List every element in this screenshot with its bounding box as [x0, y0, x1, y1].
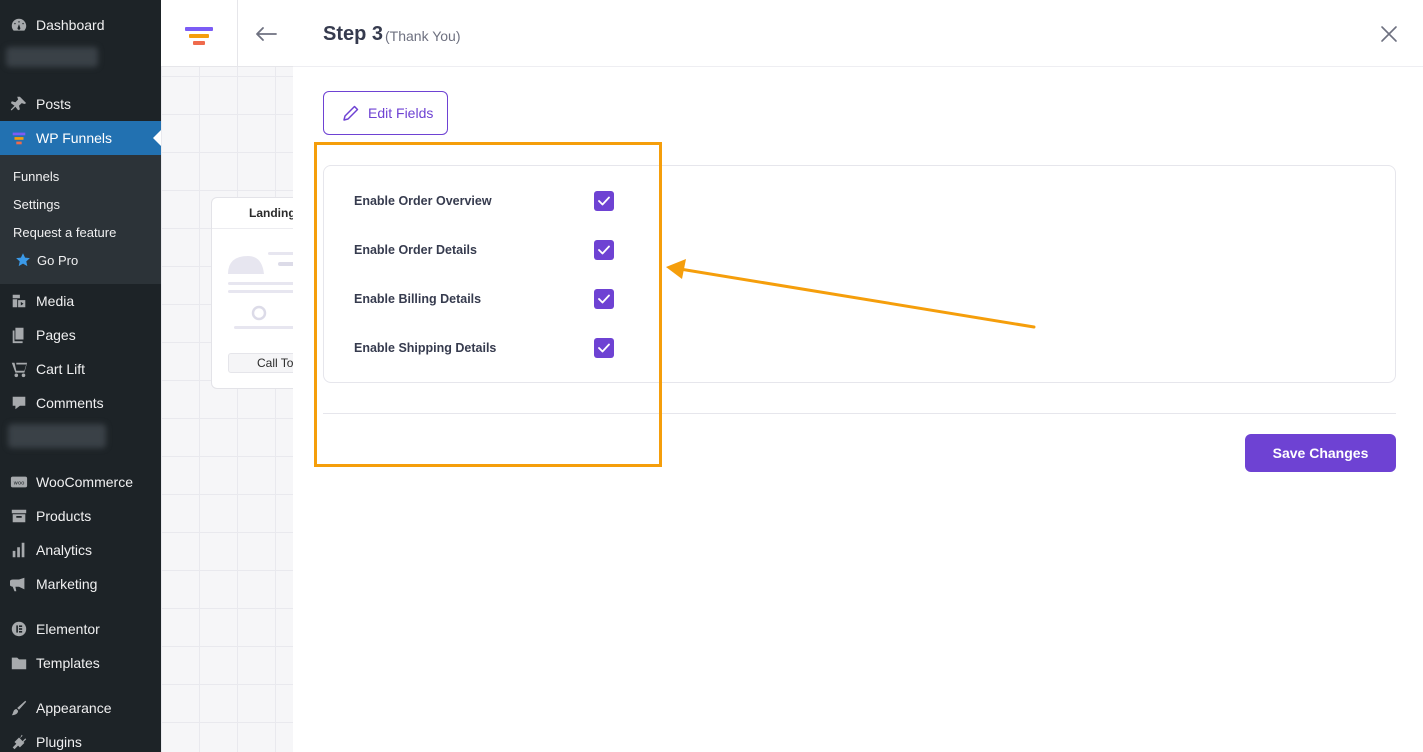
- menu-label: Appearance: [36, 700, 112, 716]
- close-icon: [1381, 26, 1397, 42]
- arrow-left-icon: [255, 26, 277, 41]
- pencil-icon: [343, 105, 359, 121]
- menu-label: Templates: [36, 655, 100, 671]
- brush-icon: [0, 699, 36, 717]
- star-icon: [16, 253, 30, 267]
- woo-icon: woo: [0, 473, 36, 491]
- menu-label: Pages: [36, 327, 76, 343]
- menu-item-elementor[interactable]: Elementor: [0, 612, 161, 646]
- blurred-menu-item: [6, 47, 98, 67]
- folder-icon: [0, 654, 36, 672]
- submenu-go-pro[interactable]: Go Pro: [13, 250, 78, 270]
- svg-text:woo: woo: [14, 480, 25, 486]
- page-preview-illustration: [228, 252, 300, 329]
- annotation-highlight-box: [314, 142, 662, 467]
- menu-item-analytics[interactable]: Analytics: [0, 533, 161, 567]
- back-button[interactable]: [237, 0, 293, 67]
- edit-fields-label: Edit Fields: [368, 105, 434, 121]
- menu-item-posts[interactable]: Posts: [0, 87, 161, 121]
- menu-label: Posts: [36, 96, 72, 112]
- node-cta-label: Call To: [228, 353, 300, 373]
- menu-label: Media: [36, 293, 75, 309]
- menu-label: Marketing: [36, 576, 98, 592]
- menu-label: Products: [36, 508, 92, 524]
- plug-icon: [0, 733, 36, 751]
- save-changes-button[interactable]: Save Changes: [1245, 434, 1396, 472]
- pin-icon: [0, 95, 36, 113]
- node-divider: [212, 228, 300, 229]
- menu-item-pages[interactable]: Pages: [0, 318, 161, 352]
- wp-funnels-submenu: Funnels Settings Request a feature Go Pr…: [0, 155, 161, 284]
- dashboard-icon: [0, 16, 36, 34]
- panel-title: Step 3: [323, 23, 384, 45]
- menu-item-templates[interactable]: Templates: [0, 646, 161, 680]
- go-pro-label: Go Pro: [37, 252, 79, 268]
- builder-toolbar: [161, 0, 293, 67]
- submenu-funnels[interactable]: Funnels: [13, 166, 59, 186]
- bar-chart-icon: [0, 541, 36, 559]
- menu-item-plugins[interactable]: Plugins: [0, 725, 161, 752]
- blurred-menu-item: [8, 424, 106, 448]
- menu-label: Cart Lift: [36, 361, 86, 377]
- funnel-canvas[interactable]: Landing Call To: [161, 0, 301, 752]
- annotation-arrow-icon: [666, 259, 1036, 329]
- menu-label: Elementor: [36, 621, 100, 637]
- menu-item-woocommerce[interactable]: woo WooCommerce: [0, 465, 161, 499]
- menu-label: Comments: [36, 395, 104, 411]
- pages-icon: [0, 326, 36, 344]
- menu-item-wp-funnels[interactable]: WP Funnels: [0, 121, 161, 155]
- menu-label: WP Funnels: [36, 130, 112, 146]
- panel-header: Step 3 (Thank You): [293, 0, 1423, 67]
- landing-step-node[interactable]: Landing Call To: [211, 197, 301, 389]
- menu-label: Plugins: [36, 734, 82, 750]
- menu-item-appearance[interactable]: Appearance: [0, 691, 161, 725]
- media-icon: [0, 292, 36, 310]
- cart-icon: [0, 360, 36, 378]
- node-title: Landing: [249, 206, 296, 220]
- edit-fields-button[interactable]: Edit Fields: [323, 91, 448, 135]
- submenu-request-feature[interactable]: Request a feature: [13, 222, 116, 242]
- menu-item-marketing[interactable]: Marketing: [0, 567, 161, 601]
- archive-icon: [0, 507, 36, 525]
- elementor-icon: [0, 620, 36, 638]
- menu-label: Dashboard: [36, 17, 105, 33]
- menu-label: WooCommerce: [36, 474, 133, 490]
- menu-item-media[interactable]: Media: [0, 284, 161, 318]
- funnel-logo-icon: [185, 27, 213, 45]
- menu-item-cart-lift[interactable]: Cart Lift: [0, 352, 161, 386]
- menu-item-dashboard[interactable]: Dashboard: [0, 8, 161, 42]
- comment-icon: [0, 394, 36, 412]
- submenu-settings[interactable]: Settings: [13, 194, 60, 214]
- funnel-icon: [0, 129, 36, 147]
- menu-label: Analytics: [36, 542, 93, 558]
- panel-subtitle: (Thank You): [385, 28, 461, 44]
- menu-item-products[interactable]: Products: [0, 499, 161, 533]
- megaphone-icon: [0, 575, 36, 593]
- admin-sidebar: Dashboard Posts WP Funnels Funnels Setti…: [0, 0, 161, 752]
- close-button[interactable]: [1380, 25, 1398, 43]
- menu-item-comments[interactable]: Comments: [0, 386, 161, 420]
